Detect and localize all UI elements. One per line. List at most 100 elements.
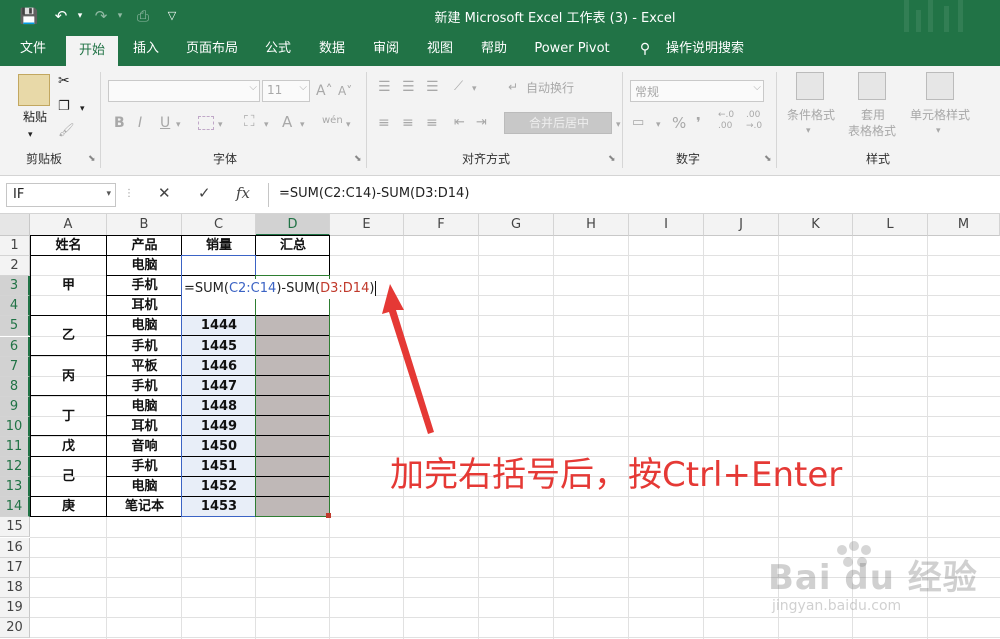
- tab-insert[interactable]: 插入: [122, 32, 170, 66]
- grow-font-icon[interactable]: A˄: [316, 82, 333, 100]
- column-header-c[interactable]: C: [182, 214, 256, 236]
- column-header-d[interactable]: D: [256, 214, 330, 236]
- column-header-k[interactable]: K: [779, 214, 853, 236]
- number-format-combo[interactable]: 常规 ⌵: [630, 80, 764, 102]
- conditional-format-button[interactable]: 条件格式: [784, 106, 838, 124]
- wrap-text-icon[interactable]: ↵: [508, 78, 518, 96]
- row-header-20[interactable]: 20: [0, 617, 30, 638]
- product-cell[interactable]: 手机: [107, 276, 182, 296]
- column-header-l[interactable]: L: [853, 214, 928, 236]
- row-header-17[interactable]: 17: [0, 557, 30, 578]
- decrease-indent-icon[interactable]: ⇤: [454, 114, 465, 132]
- accounting-dropdown-icon[interactable]: ▾: [656, 116, 661, 134]
- column-header-m[interactable]: M: [928, 214, 1000, 236]
- product-cell[interactable]: 电脑: [107, 397, 182, 417]
- row-header-1[interactable]: 1: [0, 236, 30, 256]
- conditional-dropdown-icon[interactable]: ▾: [806, 122, 811, 140]
- name-cell[interactable]: 戊: [30, 437, 107, 457]
- cell-styles-icon[interactable]: [926, 72, 954, 100]
- column-header-j[interactable]: J: [704, 214, 779, 236]
- row-header-3[interactable]: 3: [0, 276, 30, 297]
- column-header-g[interactable]: G: [479, 214, 554, 236]
- row-header-4[interactable]: 4: [0, 296, 30, 317]
- merge-dropdown-icon[interactable]: ▾: [616, 116, 621, 134]
- copy-icon[interactable]: ❐: [58, 98, 70, 116]
- paste-dropdown-icon[interactable]: ▾: [28, 126, 33, 144]
- row-header-15[interactable]: 15: [0, 517, 30, 538]
- percent-style-button[interactable]: %: [672, 114, 686, 132]
- header-cell-product[interactable]: 产品: [107, 236, 182, 256]
- name-cell[interactable]: 己: [30, 467, 107, 487]
- name-cell[interactable]: 乙: [30, 326, 107, 346]
- cancel-icon[interactable]: ✕: [158, 184, 171, 202]
- format-painter-icon[interactable]: 🖌: [58, 122, 75, 140]
- name-box[interactable]: IF ▾: [6, 183, 116, 207]
- header-cell-sales[interactable]: 销量: [182, 236, 256, 256]
- formula-input[interactable]: =SUM(C2:C14)-SUM(D3:D14): [268, 183, 1000, 207]
- fill-color-icon[interactable]: ⛶: [244, 112, 255, 130]
- borders-dropdown-icon[interactable]: ▾: [218, 116, 223, 134]
- tab-help[interactable]: 帮助: [470, 32, 518, 66]
- font-launcher-icon[interactable]: ⬊: [354, 154, 362, 164]
- row-header-7[interactable]: 7: [0, 356, 30, 377]
- number-launcher-icon[interactable]: ⬊: [764, 154, 772, 164]
- tab-power-pivot[interactable]: Power Pivot: [528, 32, 616, 66]
- borders-icon[interactable]: [198, 116, 214, 130]
- row-header-19[interactable]: 19: [0, 597, 30, 618]
- conditional-format-icon[interactable]: [796, 72, 824, 100]
- product-cell[interactable]: 笔记本: [107, 497, 182, 517]
- shrink-font-icon[interactable]: A˅: [338, 82, 352, 100]
- tab-view[interactable]: 视图: [416, 32, 464, 66]
- underline-dropdown-icon[interactable]: ▾: [176, 116, 181, 134]
- row-header-2[interactable]: 2: [0, 256, 30, 277]
- product-cell[interactable]: 电脑: [107, 256, 182, 276]
- row-header-5[interactable]: 5: [0, 316, 30, 337]
- name-box-dropdown-icon[interactable]: ▾: [106, 189, 111, 199]
- tab-home[interactable]: 开始: [66, 36, 118, 66]
- comma-style-button[interactable]: ❜: [696, 114, 701, 132]
- row-header-18[interactable]: 18: [0, 577, 30, 598]
- copy-dropdown-icon[interactable]: ▾: [80, 100, 85, 118]
- select-all-corner[interactable]: [0, 214, 30, 236]
- product-cell[interactable]: 耳机: [107, 417, 182, 437]
- row-header-11[interactable]: 11: [0, 437, 30, 457]
- align-left-icon[interactable]: ≡: [378, 114, 390, 132]
- merge-center-button[interactable]: 合并后居中: [504, 112, 612, 134]
- header-cell-total[interactable]: 汇总: [256, 236, 330, 256]
- in-cell-formula[interactable]: =SUM(C2:C14)-SUM(D3:D14): [182, 279, 377, 299]
- italic-button[interactable]: I: [138, 114, 142, 132]
- name-cell[interactable]: 丁: [30, 407, 107, 427]
- clipboard-launcher-icon[interactable]: ⬊: [88, 154, 96, 164]
- column-header-f[interactable]: F: [404, 214, 479, 236]
- format-as-table-button[interactable]: 表格格式: [840, 122, 904, 140]
- column-header-e[interactable]: E: [330, 214, 404, 236]
- row-header-16[interactable]: 16: [0, 537, 30, 558]
- tab-page-layout[interactable]: 页面布局: [176, 32, 248, 66]
- font-name-combo[interactable]: ⌵: [108, 80, 260, 102]
- product-cell[interactable]: 手机: [107, 337, 182, 357]
- tell-me-search[interactable]: 操作说明搜索: [660, 32, 750, 66]
- insert-function-icon[interactable]: fx: [236, 184, 250, 202]
- product-cell[interactable]: 音响: [107, 437, 182, 457]
- cut-icon[interactable]: ✂: [58, 72, 70, 90]
- product-cell[interactable]: 电脑: [107, 477, 182, 497]
- bold-button[interactable]: B: [114, 114, 125, 132]
- column-header-b[interactable]: B: [107, 214, 182, 236]
- align-center-icon[interactable]: ≡: [402, 114, 414, 132]
- product-cell[interactable]: 手机: [107, 457, 182, 477]
- product-cell[interactable]: 手机: [107, 377, 182, 397]
- wrap-text-button[interactable]: 自动换行: [526, 79, 574, 97]
- product-cell[interactable]: 平板: [107, 357, 182, 377]
- decrease-decimal-button[interactable]: .00 →.0: [746, 110, 770, 132]
- align-middle-icon[interactable]: ☰: [402, 78, 415, 96]
- fill-handle[interactable]: [326, 513, 331, 518]
- tab-review[interactable]: 审阅: [362, 32, 410, 66]
- name-cell[interactable]: 甲: [30, 276, 107, 296]
- row-header-13[interactable]: 13: [0, 477, 30, 498]
- alignment-launcher-icon[interactable]: ⬊: [608, 154, 616, 164]
- row-header-14[interactable]: 14: [0, 497, 30, 518]
- row-header-9[interactable]: 9: [0, 396, 30, 417]
- enter-icon[interactable]: ✓: [198, 184, 211, 202]
- increase-indent-icon[interactable]: ⇥: [476, 114, 487, 132]
- row-header-8[interactable]: 8: [0, 376, 30, 397]
